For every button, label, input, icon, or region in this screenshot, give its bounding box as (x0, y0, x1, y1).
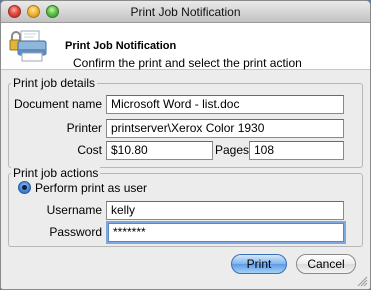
pages-label: Pages (215, 143, 250, 157)
cancel-button[interactable]: Cancel (296, 254, 356, 274)
printer-lock-icon (9, 30, 47, 62)
window-title: Print Job Notification (130, 5, 241, 19)
details-legend: Print job details (11, 76, 98, 90)
password-field[interactable]: ******* (108, 223, 344, 242)
header-title: Print Job Notification (65, 40, 177, 52)
document-name-label: Document name (13, 97, 102, 111)
document-name-field[interactable]: Microsoft Word - list.doc (106, 95, 344, 114)
dialog-header: Print Job Notification Confirm the print… (1, 23, 370, 70)
dialog-window: Print Job Notification Print Job Notific… (0, 0, 371, 290)
print-button[interactable]: Print (231, 254, 287, 274)
resize-grip-icon[interactable] (356, 275, 368, 287)
header-subtitle: Confirm the print and select the print a… (73, 56, 302, 70)
actions-legend: Print job actions (11, 166, 101, 180)
perform-print-as-user-label[interactable]: Perform print as user (35, 181, 147, 195)
title-bar[interactable]: Print Job Notification (1, 1, 370, 23)
printer-label: Printer (66, 121, 102, 135)
password-label: Password (49, 225, 102, 239)
username-field[interactable]: kelly (106, 201, 344, 220)
pages-field[interactable]: 108 (249, 141, 344, 160)
cost-label: Cost (77, 143, 102, 157)
cost-field[interactable]: $10.80 (106, 141, 213, 160)
username-label: Username (46, 203, 102, 217)
printer-field[interactable]: printserver\Xerox Color 1930 (106, 119, 344, 138)
perform-print-as-user-radio[interactable] (18, 181, 31, 194)
